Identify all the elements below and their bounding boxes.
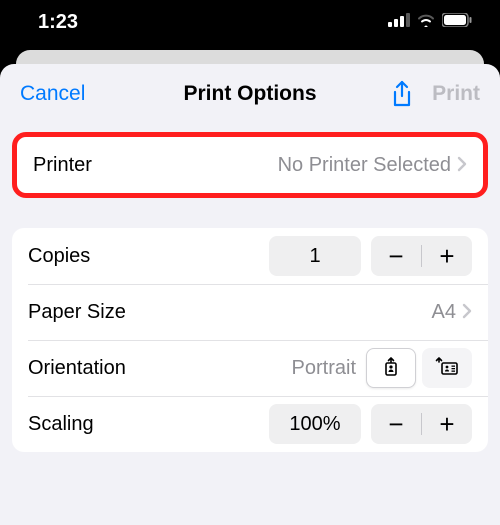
status-icons [388, 13, 472, 32]
scaling-decrement-button[interactable] [371, 404, 421, 444]
copies-increment-button[interactable] [422, 236, 472, 276]
chevron-right-icon [457, 152, 467, 178]
cellular-icon [388, 13, 410, 32]
orientation-segment [366, 348, 472, 388]
scaling-field[interactable]: 100% [269, 404, 361, 444]
scaling-row: Scaling 100% [12, 396, 488, 452]
orientation-row: Orientation Portrait [12, 340, 488, 396]
print-button[interactable]: Print [432, 82, 480, 106]
portrait-icon [380, 355, 402, 382]
copies-decrement-button[interactable] [371, 236, 421, 276]
printer-label: Printer [33, 154, 92, 177]
landscape-icon [435, 355, 459, 382]
status-bar: 1:23 [0, 0, 500, 50]
cancel-button[interactable]: Cancel [20, 82, 135, 106]
print-options-sheet: Cancel Print Options Print Printer No Pr… [0, 64, 500, 525]
copies-field[interactable]: 1 [269, 236, 361, 276]
status-time: 1:23 [38, 11, 78, 34]
printer-row[interactable]: Printer No Printer Selected [17, 137, 483, 193]
page-title: Print Options [135, 82, 365, 106]
orientation-label: Orientation [28, 357, 126, 380]
chevron-right-icon [462, 299, 472, 325]
orientation-portrait-button[interactable] [366, 348, 416, 388]
share-icon[interactable] [390, 80, 414, 108]
copies-row: Copies 1 [12, 228, 488, 284]
orientation-landscape-button[interactable] [422, 348, 472, 388]
wifi-icon [416, 13, 436, 32]
scaling-label: Scaling [28, 413, 94, 436]
print-settings-section: Copies 1 Paper Size A4 Orientation Portr… [12, 228, 488, 452]
copies-label: Copies [28, 245, 90, 268]
printer-value: No Printer Selected [278, 154, 451, 177]
paper-size-label: Paper Size [28, 301, 126, 324]
scaling-increment-button[interactable] [422, 404, 472, 444]
orientation-value: Portrait [292, 357, 356, 380]
paper-size-value: A4 [432, 301, 456, 324]
battery-icon [442, 13, 472, 32]
copies-stepper [371, 236, 472, 276]
nav-bar: Cancel Print Options Print [0, 64, 500, 116]
scaling-stepper [371, 404, 472, 444]
paper-size-row[interactable]: Paper Size A4 [12, 284, 488, 340]
printer-section: Printer No Printer Selected [12, 132, 488, 198]
